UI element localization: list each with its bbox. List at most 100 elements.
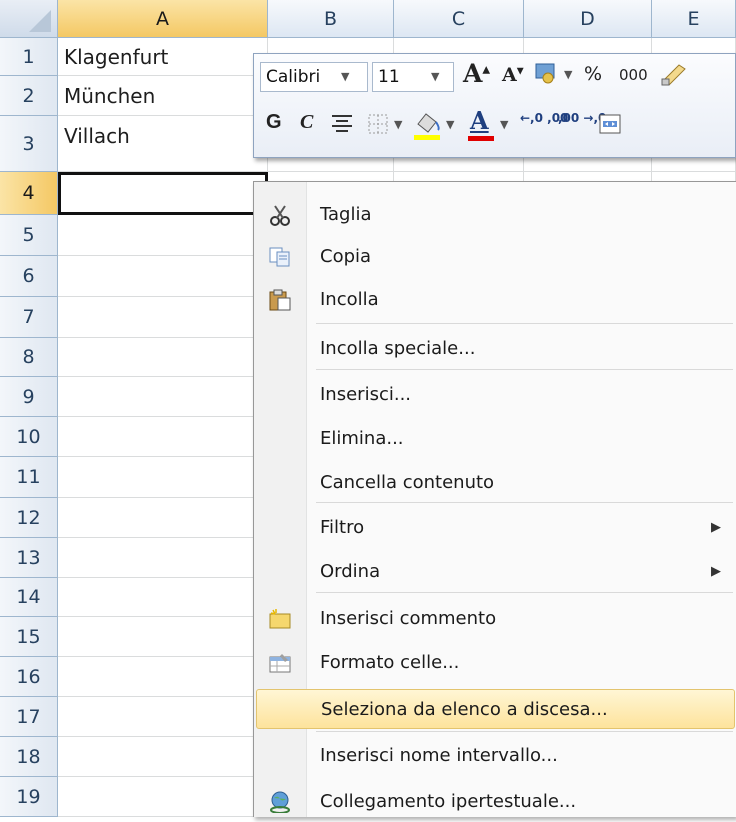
cell-a16[interactable] <box>58 657 268 697</box>
merge-center-icon[interactable] <box>598 112 622 136</box>
menu-separator <box>316 592 733 593</box>
font-color-button[interactable]: A <box>466 106 496 142</box>
menu-item-seleziona-da-elenco-a-discesa[interactable]: Seleziona da elenco a discesa... <box>256 689 735 729</box>
column-header-c[interactable]: C <box>394 0 524 38</box>
accounting-format-dropdown-icon[interactable]: ▼ <box>564 68 572 81</box>
row-header-8[interactable]: 8 <box>0 338 58 377</box>
fill-color-icon[interactable] <box>412 108 442 142</box>
cell-a12[interactable] <box>58 498 268 538</box>
grow-font-button[interactable]: A▲ <box>463 59 490 88</box>
cell-a17[interactable] <box>58 697 268 737</box>
cell-a14[interactable] <box>58 578 268 617</box>
column-header-d[interactable]: D <box>524 0 652 38</box>
menu-item-label: Formato celle... <box>320 652 460 673</box>
row-header-4[interactable]: 4 <box>0 172 58 215</box>
menu-item-elimina[interactable]: Elimina... <box>256 419 735 459</box>
cell-a5[interactable] <box>58 215 268 256</box>
column-header-b[interactable]: B <box>268 0 394 38</box>
row-header-1[interactable]: 1 <box>0 38 58 76</box>
accounting-format-icon[interactable] <box>534 61 560 85</box>
cell-a18[interactable] <box>58 737 268 777</box>
row-header-14[interactable]: 14 <box>0 578 58 617</box>
submenu-arrow-icon: ▶ <box>711 564 721 579</box>
menu-item-incolla-speciale[interactable]: Incolla speciale... <box>256 329 735 369</box>
cell-a8[interactable] <box>58 338 268 377</box>
center-align-icon[interactable] <box>330 112 354 136</box>
comma-style-button[interactable]: 000 <box>619 66 648 84</box>
active-cell-a4[interactable] <box>58 172 268 215</box>
bold-button[interactable]: G <box>266 111 282 134</box>
row-header-9[interactable]: 9 <box>0 377 58 417</box>
menu-item-cancella-contenuto[interactable]: Cancella contenuto <box>256 463 735 503</box>
font-name-box[interactable]: Calibri ▼ <box>260 62 368 92</box>
row-header-6[interactable]: 6 <box>0 256 58 297</box>
comment-icon <box>268 608 292 630</box>
row-header-19[interactable]: 19 <box>0 777 58 817</box>
cell-a1[interactable]: Klagenfurt <box>58 38 268 76</box>
menu-item-formato-celle[interactable]: Formato celle... <box>256 643 735 683</box>
row-header-10[interactable]: 10 <box>0 417 58 457</box>
row-header-17[interactable]: 17 <box>0 697 58 737</box>
cell-a11[interactable] <box>58 457 268 498</box>
menu-item-inserisci-nome-intervallo[interactable]: Inserisci nome intervallo... <box>256 736 735 776</box>
font-color-dropdown-icon[interactable]: ▼ <box>500 118 508 131</box>
menu-item-ordina[interactable]: Ordina ▶ <box>256 552 735 592</box>
row-header-3[interactable]: 3 <box>0 116 58 172</box>
fill-color-dropdown-icon[interactable]: ▼ <box>446 118 454 131</box>
row-header-15[interactable]: 15 <box>0 617 58 657</box>
copy-icon <box>268 246 292 268</box>
menu-item-label: Inserisci nome intervallo... <box>320 745 558 766</box>
cell-a7[interactable] <box>58 297 268 338</box>
borders-dropdown-icon[interactable]: ▼ <box>394 118 402 131</box>
context-menu: Taglia Copia Incolla Incolla speciale... Ins… <box>253 181 736 817</box>
row-header-2[interactable]: 2 <box>0 76 58 116</box>
font-name-dropdown-icon[interactable]: ▼ <box>341 63 349 91</box>
cell-a3[interactable]: Villach <box>58 116 268 172</box>
shrink-font-label: A <box>502 64 517 86</box>
cell-a19[interactable] <box>58 777 268 817</box>
row-header-12[interactable]: 12 <box>0 498 58 538</box>
cell-a9[interactable] <box>58 377 268 417</box>
menu-item-label: Filtro <box>320 517 365 538</box>
cell-a2[interactable]: München <box>58 76 268 116</box>
borders-icon[interactable] <box>366 112 390 136</box>
row-header-16[interactable]: 16 <box>0 657 58 697</box>
select-all-button[interactable] <box>0 0 58 38</box>
menu-item-filtro[interactable]: Filtro ▶ <box>256 508 735 548</box>
font-color-letter: A <box>470 106 489 135</box>
menu-item-taglia[interactable]: Taglia <box>256 195 735 235</box>
cell-a10[interactable] <box>58 417 268 457</box>
menu-item-inserisci-commento[interactable]: Inserisci commento <box>256 599 735 639</box>
mini-toolbar: Calibri ▼ 11 ▼ A▲ A▼ ▼ % 000 G C ▼ ▼ A ▼… <box>253 53 736 158</box>
shrink-font-button[interactable]: A▼ <box>502 64 524 86</box>
row-header-11[interactable]: 11 <box>0 457 58 498</box>
menu-item-label: Seleziona da elenco a discesa... <box>321 699 608 720</box>
font-size-dropdown-icon[interactable]: ▼ <box>431 63 439 91</box>
format-cells-icon <box>268 652 292 674</box>
menu-item-copia[interactable]: Copia <box>256 237 735 277</box>
row-header-18[interactable]: 18 <box>0 737 58 777</box>
paste-icon <box>268 289 292 311</box>
row-header-5[interactable]: 5 <box>0 215 58 256</box>
grow-font-label: A <box>463 59 483 88</box>
menu-item-label: Cancella contenuto <box>320 472 495 493</box>
cell-a6[interactable] <box>58 256 268 297</box>
select-all-triangle-icon <box>29 10 51 32</box>
percent-style-button[interactable]: % <box>584 63 602 85</box>
menu-item-label: Elimina... <box>320 428 404 449</box>
font-size-box[interactable]: 11 ▼ <box>372 62 454 92</box>
row-header-7[interactable]: 7 <box>0 297 58 338</box>
menu-item-collegamento-ipertestuale[interactable]: Collegamento ipertestuale... <box>256 782 735 822</box>
italic-button[interactable]: C <box>300 111 313 134</box>
cell-a13[interactable] <box>58 538 268 578</box>
cell-a15[interactable] <box>58 617 268 657</box>
menu-item-label: Ordina <box>320 561 381 582</box>
menu-item-incolla[interactable]: Incolla <box>256 280 735 320</box>
format-painter-icon[interactable] <box>659 61 689 87</box>
column-header-e[interactable]: E <box>652 0 736 38</box>
menu-item-inserisci[interactable]: Inserisci... <box>256 375 735 415</box>
column-header-a[interactable]: A <box>58 0 268 38</box>
row-header-13[interactable]: 13 <box>0 538 58 578</box>
menu-item-label: Taglia <box>320 204 372 225</box>
font-size-value: 11 <box>378 67 400 87</box>
